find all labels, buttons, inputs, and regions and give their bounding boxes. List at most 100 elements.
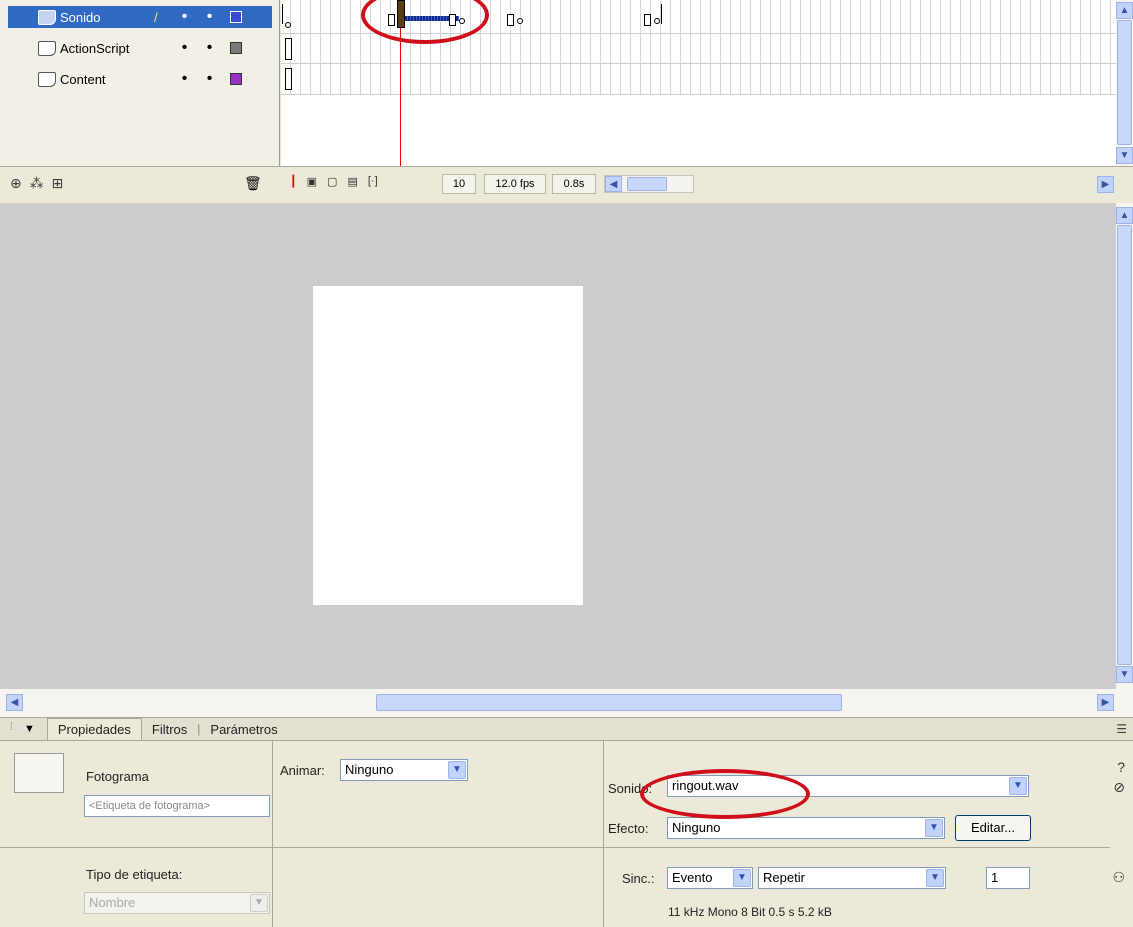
sync-select[interactable]: Evento ▼ [667,867,753,889]
label-type-label: Tipo de etiqueta: [86,867,183,882]
layer-row-content[interactable]: Content • • [8,68,272,90]
center-frame-icon[interactable]: ┃ [290,175,297,188]
scroll-up-icon[interactable]: ▲ [1116,207,1133,224]
content-keyframe[interactable] [285,68,292,90]
actionscript-keyframe[interactable] [285,38,292,60]
edit-multiple-frames-icon[interactable]: ▤ [347,175,357,188]
elapsed-time: 0.8s [552,174,596,194]
properties-tab-bar: ⁞ ▼ Propiedades Filtros | Parámetros ☰ [0,717,1133,741]
row-divider [0,847,1110,848]
tab-propiedades[interactable]: Propiedades [46,718,142,740]
frame-end-marker[interactable] [644,14,651,26]
frame-row-divider [281,63,1116,64]
repeat-count-input[interactable]: 1 [986,867,1030,889]
trash-icon[interactable]: 🗑 [244,175,262,192]
frame-type-icon [14,753,64,793]
layer-name: ActionScript [60,40,130,56]
scroll-thumb[interactable] [376,694,842,711]
properties-panel: ⁞ ▼ Propiedades Filtros | Parámetros ☰ F… [0,717,1133,927]
layer-icon [38,9,56,25]
onion-outline-icon[interactable]: ▢ [327,175,337,188]
accessibility-icon[interactable]: ⚇ [1112,869,1125,886]
tween-select[interactable]: Ninguno ▼ [340,759,468,781]
lock-dot[interactable]: • [197,71,222,87]
chevron-down-icon[interactable]: ▼ [448,761,466,779]
visibility-dot[interactable]: • [172,40,197,56]
scroll-down-icon[interactable]: ▼ [1116,147,1133,164]
expand-panel-icon[interactable]: ⊘ [1113,779,1125,796]
empty-keyframe[interactable] [285,22,291,28]
current-frame: 10 [442,174,476,194]
visibility-dot[interactable]: • [172,71,197,87]
stage-horizontal-scrollbar[interactable]: ◀ ▶ [0,689,1133,717]
stage-work-area[interactable] [0,203,1116,689]
frame-grid[interactable] [281,0,1116,166]
lock-dot[interactable]: • [197,40,222,56]
modify-markers-icon[interactable]: [·] [368,175,378,188]
scroll-up-icon[interactable]: ▲ [1116,2,1133,19]
layer-icon [38,40,56,56]
label-type-select: Nombre ▼ [84,892,270,914]
empty-keyframe[interactable] [654,18,660,24]
lock-dot[interactable]: • [197,9,222,25]
playhead-line [400,28,401,166]
scroll-right-icon[interactable]: ▶ [1097,694,1114,711]
onion-skin-icon[interactable]: ▣ [307,175,317,188]
frame-rate[interactable]: 12.0 fps [484,174,546,194]
collapse-triangle-icon[interactable]: ▼ [24,723,35,735]
layer-list: Sonido / • • ActionScript • • Content • … [0,0,280,166]
timeline-vertical-scrollbar[interactable]: ▲ ▼ [1116,0,1133,166]
layer-icon [38,71,56,87]
column-divider [603,741,604,927]
onion-skin-toolbar: ┃ ▣ ▢ ▤ [·] [290,175,378,188]
frame-end-marker[interactable] [507,14,514,26]
scroll-down-icon[interactable]: ▼ [1116,666,1133,683]
layer-name: Sonido [60,9,101,25]
scroll-left-icon[interactable]: ◀ [605,176,622,192]
visibility-dot[interactable]: • [172,9,197,25]
sound-info: 11 kHz Mono 8 Bit 0.5 s 5.2 kB [668,905,832,919]
layer-color-swatch[interactable] [230,42,242,54]
column-divider [272,741,273,927]
effect-label: Efecto: [608,821,649,836]
scroll-thumb[interactable] [1117,225,1132,665]
layer-row-sonido[interactable]: Sonido / • • [8,6,272,28]
tween-label: Animar: [280,763,325,778]
keyframe-divider [661,4,662,24]
layer-color-swatch[interactable] [230,11,242,23]
tab-parametros[interactable]: Parámetros [200,719,287,740]
empty-keyframe[interactable] [517,18,523,24]
keyframe-divider [282,4,283,24]
edit-sound-button[interactable]: Editar... [955,815,1031,841]
frame-label: Fotograma [86,769,149,784]
scroll-right-icon[interactable]: ▶ [1097,176,1114,193]
scroll-thumb[interactable] [1117,20,1132,145]
tab-filtros[interactable]: Filtros [142,719,197,740]
chevron-down-icon[interactable]: ▼ [925,819,943,837]
help-icon[interactable]: ? [1117,759,1125,775]
sync-value: Evento [672,870,713,885]
layer-color-swatch[interactable] [230,73,242,85]
panel-options-icon[interactable]: ☰ [1116,722,1127,736]
layer-name: Content [60,71,106,87]
repeat-value: Repetir [763,870,805,885]
layer-row-actionscript[interactable]: ActionScript • • [8,37,272,59]
stage-vertical-scrollbar[interactable]: ▲ ▼ [1116,203,1133,689]
effect-select[interactable]: Ninguno ▼ [667,817,945,839]
scroll-thumb[interactable] [627,177,667,191]
chevron-down-icon: ▼ [250,894,268,912]
chevron-down-icon[interactable]: ▼ [733,869,751,887]
timeline-footer: ⊕ ⁂ ⊞ 🗑 ┃ ▣ ▢ ▤ [·] 10 12.0 fps 0.8s ◀ ▶ [0,166,1133,203]
stage-document[interactable] [313,286,583,605]
timeline-horizontal-scrollbar[interactable]: ◀ [604,175,694,193]
sync-label: Sinc.: [622,871,655,886]
chevron-down-icon[interactable]: ▼ [926,869,944,887]
add-layer-icon[interactable]: ⊕ ⁂ ⊞ [10,175,65,192]
pencil-icon: / [154,9,158,25]
panel-grip-icon[interactable]: ⁞ [10,722,20,736]
chevron-down-icon[interactable]: ▼ [1009,777,1027,795]
repeat-select[interactable]: Repetir ▼ [758,867,946,889]
red-annotation-circle [640,769,810,819]
frame-label-input[interactable]: <Etiqueta de fotograma> [84,795,270,817]
scroll-left-icon[interactable]: ◀ [6,694,23,711]
